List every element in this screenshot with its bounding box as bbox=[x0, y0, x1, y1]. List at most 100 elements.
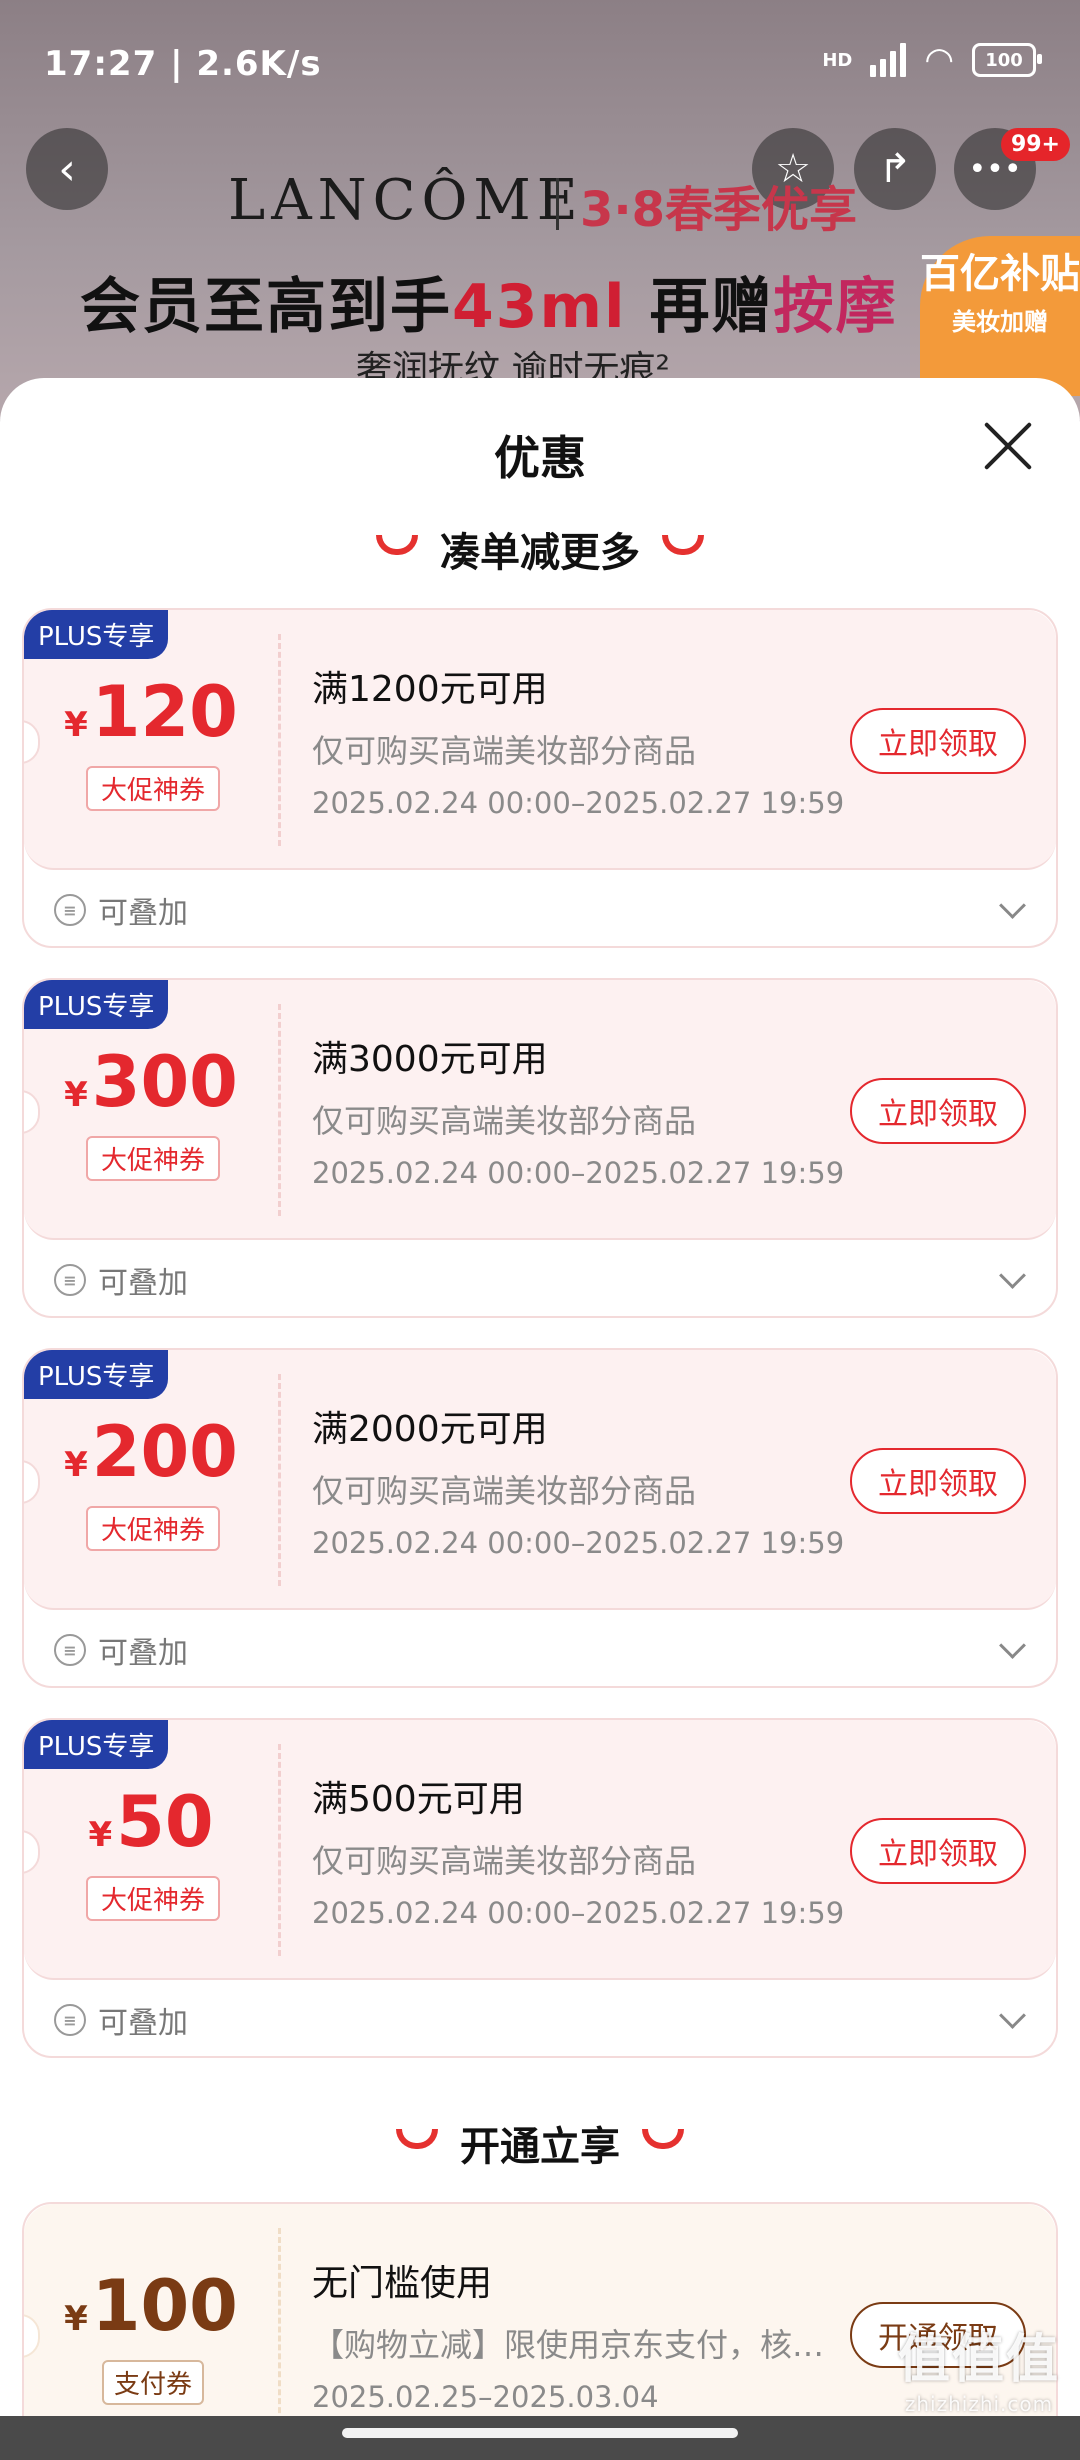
claim-button[interactable]: 立即领取 bbox=[850, 1818, 1026, 1884]
watermark-sub: zhizhizhi.com bbox=[904, 2392, 1054, 2416]
chevron-down-icon[interactable] bbox=[999, 1262, 1026, 1289]
headline-end: 按摩 bbox=[773, 272, 898, 342]
campaign-title: 3·8春季优享 bbox=[580, 182, 858, 238]
battery-level: 100 bbox=[985, 49, 1023, 71]
coupon-condition: 无门槛使用 bbox=[312, 2263, 493, 2304]
coupon-divider bbox=[278, 1744, 281, 1956]
subsidy-sub: 美妆加赠 bbox=[952, 308, 1048, 336]
stackable-label: 可叠加 bbox=[98, 896, 188, 931]
amount-value: 100 bbox=[91, 2265, 238, 2347]
battery-icon: 100 bbox=[972, 43, 1042, 77]
plus-tag: PLUS专享 bbox=[24, 610, 169, 659]
currency-symbol: ¥ bbox=[88, 1815, 113, 1855]
status-icons: HD ◠ 100 bbox=[822, 40, 1042, 80]
section-title-activate: 开通立享 bbox=[0, 2114, 1080, 2172]
sheet-title: 优惠 bbox=[494, 431, 586, 485]
section1-label: 凑单减更多 bbox=[440, 530, 640, 576]
coupon-amount: ¥100 bbox=[24, 2266, 278, 2359]
stackable-row[interactable]: ≡ 可叠加 bbox=[54, 1998, 188, 2042]
coupon-desc: 【购物立减】限使用京东支付，核… bbox=[312, 2326, 825, 2364]
currency-symbol: ¥ bbox=[64, 1075, 88, 1115]
coupon-amount: ¥300 bbox=[24, 1042, 278, 1135]
coupon-date: 2025.02.24 00:00–2025.02.27 19:59 bbox=[312, 1896, 845, 1930]
coupon-date: 2025.02.24 00:00–2025.02.27 19:59 bbox=[312, 786, 845, 820]
headline-prefix: 会员至高到手 bbox=[80, 272, 452, 342]
stackable-row[interactable]: ≡ 可叠加 bbox=[54, 888, 188, 932]
amount-value: 300 bbox=[91, 1041, 238, 1123]
close-icon[interactable] bbox=[982, 420, 1034, 472]
currency-symbol: ¥ bbox=[64, 705, 88, 745]
stackable-row[interactable]: ≡ 可叠加 bbox=[54, 1258, 188, 1302]
coupon-type: 大促神券 bbox=[86, 1876, 220, 1921]
coupon-date: 2025.02.24 00:00–2025.02.27 19:59 bbox=[312, 1156, 845, 1190]
coupon-card: PLUS专享 ¥200 大促神券 满2000元可用 仅可购买高端美妆部分商品 2… bbox=[22, 1348, 1058, 1688]
headline-highlight: 43ml bbox=[452, 272, 627, 342]
amount-value: 50 bbox=[116, 1781, 214, 1863]
brand-separator bbox=[556, 178, 559, 230]
coupon-type: 支付券 bbox=[102, 2360, 204, 2405]
coupon-sheet: 优惠 凑单减更多 PLUS专享 ¥120 大促神券 满1200元可用 仅可购买高… bbox=[0, 378, 1080, 2460]
smile-icon bbox=[662, 535, 704, 555]
subsidy-title: 百亿补贴 bbox=[920, 251, 1080, 297]
smile-icon bbox=[376, 535, 418, 555]
section-title-more-discount: 凑单减更多 bbox=[0, 520, 1080, 578]
coupon-condition: 满1200元可用 bbox=[312, 669, 548, 710]
home-indicator[interactable] bbox=[342, 2428, 738, 2438]
stack-icon: ≡ bbox=[54, 2004, 86, 2036]
coupon-desc: 仅可购买高端美妆部分商品 bbox=[312, 1472, 697, 1510]
coupon-desc: 仅可购买高端美妆部分商品 bbox=[312, 732, 697, 770]
stackable-row[interactable]: ≡ 可叠加 bbox=[54, 1628, 188, 1672]
headline-suffix: 再赠 bbox=[626, 272, 774, 342]
subsidy-badge[interactable]: 百亿补贴 美妆加赠 bbox=[920, 236, 1080, 396]
amount-value: 120 bbox=[91, 671, 238, 753]
share-button[interactable]: ↱ bbox=[854, 128, 936, 210]
coupon-date: 2025.02.25–2025.03.04 bbox=[312, 2380, 659, 2414]
coupon-type: 大促神券 bbox=[86, 766, 220, 811]
stackable-label: 可叠加 bbox=[98, 2006, 188, 2041]
coupon-divider bbox=[278, 1374, 281, 1586]
status-time-speed: 17:27 | 2.6K/s bbox=[44, 44, 322, 84]
coupon-type: 大促神券 bbox=[86, 1506, 220, 1551]
cart-count-badge: 99+ bbox=[1000, 128, 1070, 161]
stackable-label: 可叠加 bbox=[98, 1636, 188, 1671]
chevron-down-icon[interactable] bbox=[999, 892, 1026, 919]
back-button[interactable]: ‹ bbox=[26, 128, 108, 210]
coupon-card: PLUS专享 ¥50 大促神券 满500元可用 仅可购买高端美妆部分商品 202… bbox=[22, 1718, 1058, 2058]
banner-headline: 会员至高到手43ml 再赠按摩 bbox=[80, 258, 897, 345]
claim-button[interactable]: 立即领取 bbox=[850, 1448, 1026, 1514]
bottom-nav-bar bbox=[0, 2416, 1080, 2460]
amount-value: 200 bbox=[91, 1411, 238, 1493]
section2-label: 开通立享 bbox=[460, 2124, 620, 2170]
wifi-icon: ◠ bbox=[924, 40, 954, 80]
stack-icon: ≡ bbox=[54, 1264, 86, 1296]
watermark-main: 值值值 bbox=[897, 2330, 1060, 2390]
coupon-amount: ¥120 bbox=[24, 672, 278, 765]
coupon-type: 大促神券 bbox=[86, 1136, 220, 1181]
currency-symbol: ¥ bbox=[64, 2299, 88, 2339]
claim-button[interactable]: 立即领取 bbox=[850, 708, 1026, 774]
claim-button[interactable]: 立即领取 bbox=[850, 1078, 1026, 1144]
smile-icon bbox=[642, 2129, 684, 2149]
coupon-amount: ¥200 bbox=[24, 1412, 278, 1505]
coupon-condition: 满3000元可用 bbox=[312, 1039, 548, 1080]
coupon-condition: 满500元可用 bbox=[312, 1779, 525, 1820]
signal-icon bbox=[870, 43, 907, 77]
coupon-card: PLUS专享 ¥300 大促神券 满3000元可用 仅可购买高端美妆部分商品 2… bbox=[22, 978, 1058, 1318]
coupon-desc: 仅可购买高端美妆部分商品 bbox=[312, 1102, 697, 1140]
coupon-condition: 满2000元可用 bbox=[312, 1409, 548, 1450]
chevron-down-icon[interactable] bbox=[999, 2002, 1026, 2029]
plus-tag: PLUS专享 bbox=[24, 1350, 169, 1399]
coupon-divider bbox=[278, 2228, 281, 2440]
plus-tag: PLUS专享 bbox=[24, 1720, 169, 1769]
watermark: 值值值 zhizhizhi.com bbox=[898, 2317, 1060, 2416]
coupon-divider bbox=[278, 1004, 281, 1216]
stack-icon: ≡ bbox=[54, 894, 86, 926]
chevron-down-icon[interactable] bbox=[999, 1632, 1026, 1659]
brand-logo: LANCÔME bbox=[228, 168, 584, 233]
stack-icon: ≡ bbox=[54, 1634, 86, 1666]
coupon-card: PLUS专享 ¥120 大促神券 满1200元可用 仅可购买高端美妆部分商品 2… bbox=[22, 608, 1058, 948]
plus-tag: PLUS专享 bbox=[24, 980, 169, 1029]
currency-symbol: ¥ bbox=[64, 1445, 88, 1485]
coupon-divider bbox=[278, 634, 281, 846]
coupon-amount: ¥50 bbox=[24, 1782, 278, 1875]
